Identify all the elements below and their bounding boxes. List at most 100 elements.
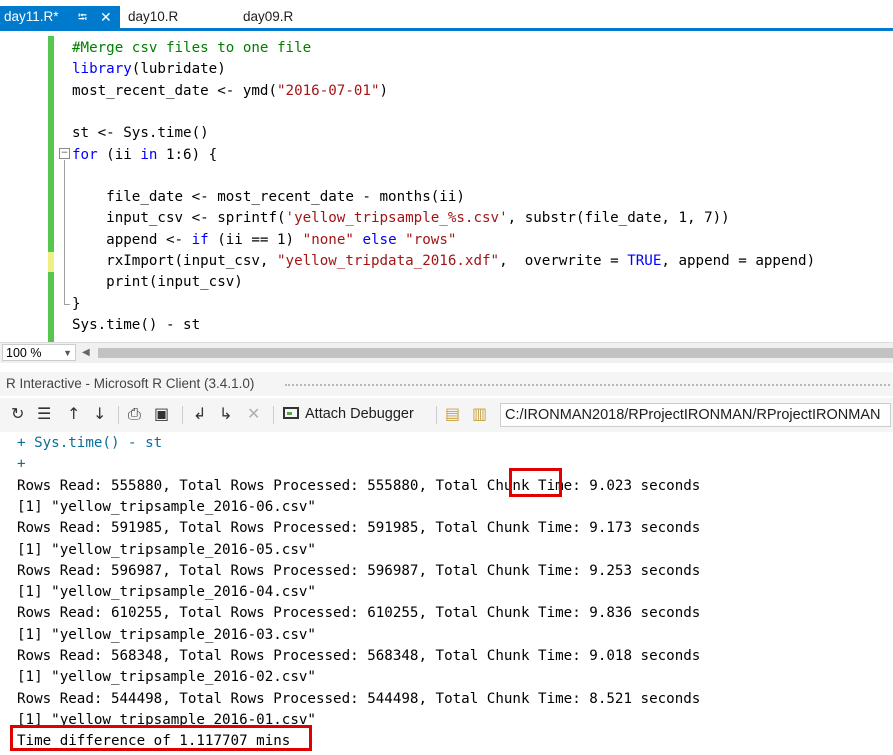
code-editor[interactable]: − #Merge csv files to one file library(lu… [0,36,893,342]
unsaved-change-marker [48,252,54,272]
interactive-title-text: R Interactive - Microsoft R Client (3.4.… [6,376,255,391]
code-token: "none" [302,231,354,248]
code-token: in [140,146,158,163]
pin-icon[interactable]: ⭾ [78,6,87,28]
clear-icon[interactable]: ☰ [37,405,51,423]
code-token: (ii == 1) [208,231,303,248]
change-tracking-bar [48,36,54,342]
code-token: (lubridate) [131,61,226,78]
load-workspace-icon[interactable]: ↲ [193,405,206,423]
horizontal-scrollbar[interactable] [98,348,893,358]
code-token: st <- Sys.time() [72,125,209,142]
history-up-icon[interactable]: ↑ [67,405,80,423]
highlight-box-chunk [509,468,562,497]
code-token: most_recent_date <- ymd( [72,82,277,99]
code-token: if [191,231,209,248]
code-line: input_csv <- sprintf('yellow_tripsample_… [72,208,730,229]
code-token: (ii [97,146,141,163]
document-tab-strip: day11.R* ⭾ ✕ day10.R day09.R [0,0,893,36]
code-token: input_csv <- sprintf( [72,210,286,227]
title-rule [285,384,890,386]
attach-debugger-button[interactable]: Attach Debugger [283,405,414,423]
console-prompt-line: + Sys.time() - st [17,435,163,451]
r-console-output[interactable]: + Sys.time() - st + Rows Read: 555880, Tot… [0,432,893,755]
code-token: rxImport(input_csv, [72,253,277,269]
fold-guide-end [64,304,70,305]
console-output-line: Rows Read: 596987, Total Rows Processed:… [17,562,701,579]
toolbar-separator [118,406,119,424]
tab-day10[interactable]: day10.R [128,6,178,28]
close-icon[interactable]: ✕ [100,6,112,28]
console-output-line: Rows Read: 544498, Total Rows Processed:… [17,690,701,707]
tab-label: day11.R* [4,9,59,24]
toolbar-separator [436,406,437,424]
tab-day09[interactable]: day09.R [243,6,293,28]
code-token: Sys.time() - st [72,316,201,333]
tab-label: day09.R [243,9,294,24]
tab-day11[interactable]: day11.R* ⭾ ✕ [0,6,120,28]
working-directory-field[interactable]: C:/IRONMAN2018/RProjectIRONMAN/RProjectI… [500,403,891,427]
monitor-icon [283,407,299,419]
code-token: TRUE [627,253,662,269]
code-token: append <- [72,231,192,248]
folder-icon[interactable]: ▤ [445,405,460,423]
code-line: print(input_csv) [72,272,243,293]
code-token: for [72,146,98,163]
code-token: "2016-07-01" [277,82,380,99]
console-output-line: [1] "yellow_tripsample_2016-04.csv" [17,584,316,601]
console-output-line: [1] "yellow_tripsample_2016-06.csv" [17,498,316,515]
code-line: file_date <- most_recent_date - months(i… [72,187,465,208]
code-line: for (ii in 1:6) { [72,145,217,166]
code-line: } [72,294,81,315]
console-output-line: [1] "yellow_tripsample_2016-03.csv" [17,626,316,643]
code-line: st <- Sys.time() [72,123,209,144]
stop-icon[interactable]: ✕ [247,405,260,423]
history-down-icon[interactable]: ↓ [93,405,106,423]
tab-label: day10.R [128,9,179,24]
working-directory-value: C:/IRONMAN2018/RProjectIRONMAN/RProjectI… [505,407,881,423]
interactive-window-title: R Interactive - Microsoft R Client (3.4.… [0,372,893,396]
fold-guide [64,160,65,304]
code-token: , overwrite = [499,253,628,269]
console-output-line: Rows Read: 610255, Total Rows Processed:… [17,605,701,622]
code-token: library [72,61,132,78]
code-token: "yellow_tripdata_2016.xdf" [277,253,500,269]
code-token: 'yellow_tripsample_%s.csv' [285,210,508,227]
code-line: library(lubridate) [72,59,226,80]
toolbar-separator [182,406,183,424]
console-output-line: Rows Read: 555880, Total Rows Processed:… [17,477,701,494]
interactive-toolbar: ↻ ☰ ↑ ↓ ⎙ ▣ ↲ ↳ ✕ Attach Debugger ▤ ▥ C:… [0,398,893,432]
console-prompt-line: + [17,456,26,473]
collapse-icon[interactable]: − [59,148,70,159]
scroll-left-icon[interactable]: ◀ [82,347,90,358]
attach-debugger-label: Attach Debugger [305,406,414,422]
console-output-line: Rows Read: 568348, Total Rows Processed:… [17,648,701,664]
code-token: , append = append) [661,253,816,269]
code-line: Sys.time() - st [72,315,200,336]
toolbar-separator [273,406,274,424]
code-line: most_recent_date <- ymd("2016-07-01") [72,81,388,102]
console-output-line: Rows Read: 591985, Total Rows Processed:… [17,520,701,537]
tab-underline [0,28,893,31]
code-token: else [362,231,397,248]
load-all-icon[interactable]: ↳ [219,405,232,423]
code-token: #Merge csv files to one file [72,40,312,56]
code-token: print(input_csv) [72,274,243,291]
zoom-select[interactable]: 100 % ▼ [2,344,76,361]
restart-icon[interactable]: ↻ [11,405,24,423]
chevron-down-icon: ▼ [63,348,72,358]
folder-open-icon[interactable]: ▥ [472,405,487,423]
code-line: append <- if (ii == 1) "none" else "rows… [72,230,456,251]
code-token: ) [379,82,389,99]
code-token: , substr(file_date, 1, 7)) [507,210,730,227]
console-output-line: [1] "yellow_tripsample_2016-02.csv" [17,669,316,686]
code-token: file_date <- most_recent_date - months(i… [72,189,465,206]
code-token: "rows" [405,231,457,248]
editor-status-bar: 100 % ▼ ◀ [0,342,893,363]
print-icon[interactable]: ⎙ [128,405,141,423]
save-icon[interactable]: ▣ [154,405,169,423]
code-token: 1:6) { [157,146,218,163]
code-token: } [72,295,81,312]
zoom-value: 100 % [6,346,42,360]
